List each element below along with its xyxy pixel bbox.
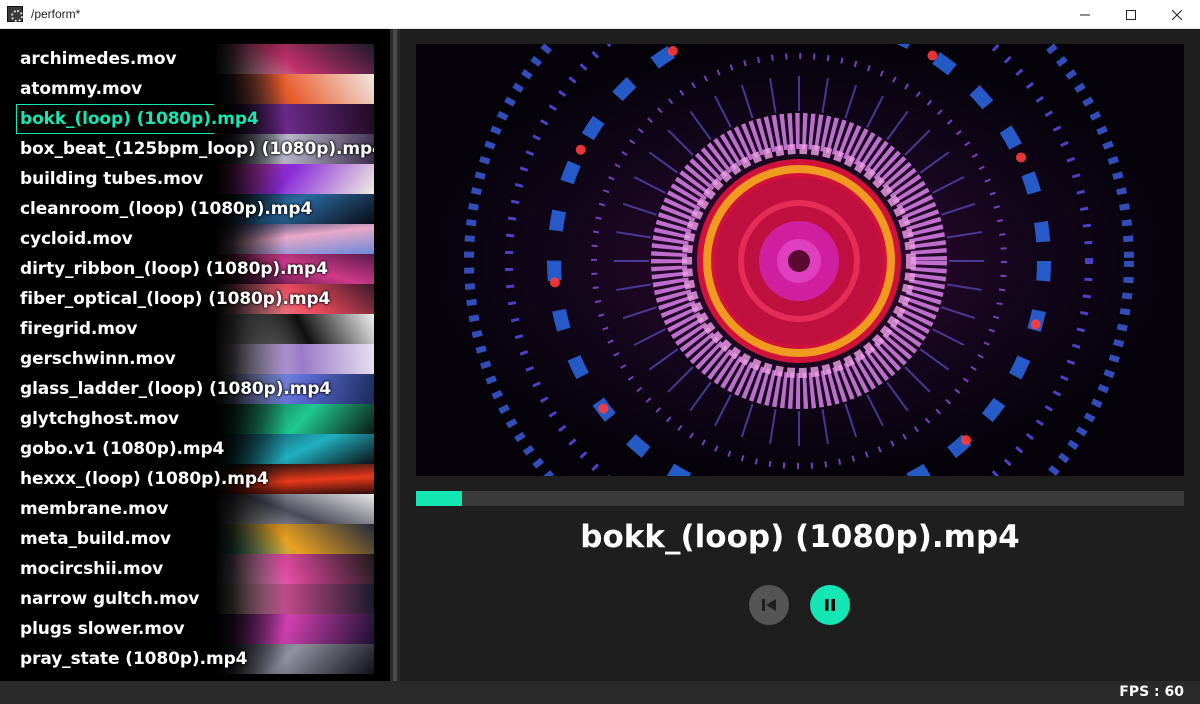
video-thumbnail bbox=[214, 554, 374, 584]
file-name: plugs slower.mov bbox=[20, 619, 185, 639]
file-list-item[interactable]: glass_ladder_(loop) (1080p).mp4 bbox=[16, 374, 374, 404]
file-list-item[interactable]: fiber_optical_(loop) (1080p).mp4 bbox=[16, 284, 374, 314]
file-list-item[interactable]: plugs slower.mov bbox=[16, 614, 374, 644]
progress-bar[interactable] bbox=[416, 491, 1184, 506]
video-frame bbox=[416, 44, 1184, 476]
file-name: glytchghost.mov bbox=[20, 409, 180, 429]
file-name: dirty_ribbon_(loop) (1080p).mp4 bbox=[20, 259, 328, 279]
previous-button[interactable] bbox=[749, 585, 789, 625]
status-bar: FPS : 60 bbox=[0, 681, 1200, 704]
close-button[interactable] bbox=[1154, 0, 1200, 29]
file-name: glass_ladder_(loop) (1080p).mp4 bbox=[20, 379, 332, 399]
file-list-item[interactable]: narrow gultch.mov bbox=[16, 584, 374, 614]
file-list-item[interactable]: mocircshii.mov bbox=[16, 554, 374, 584]
playback-controls bbox=[400, 585, 1200, 625]
fps-counter: FPS : 60 bbox=[1119, 684, 1184, 700]
file-list-item[interactable]: atommy.mov bbox=[16, 74, 374, 104]
pause-icon bbox=[825, 599, 835, 611]
file-list-item[interactable]: box_beat_(125bpm_loop) (1080p).mp4 bbox=[16, 134, 374, 164]
file-name: building tubes.mov bbox=[20, 169, 204, 189]
file-list-item[interactable]: membrane.mov bbox=[16, 494, 374, 524]
maximize-button[interactable] bbox=[1108, 0, 1154, 29]
file-name: hexxx_(loop) (1080p).mp4 bbox=[20, 469, 269, 489]
skip-previous-icon bbox=[762, 599, 776, 611]
title-bar: /perform* bbox=[0, 0, 1200, 29]
video-thumbnail bbox=[214, 44, 374, 74]
video-thumbnail bbox=[214, 404, 374, 434]
file-list-item[interactable]: gobo.v1 (1080p).mp4 bbox=[16, 434, 374, 464]
file-name: cleanroom_(loop) (1080p).mp4 bbox=[20, 199, 313, 219]
file-list-item[interactable]: cycloid.mov bbox=[16, 224, 374, 254]
close-icon bbox=[1172, 9, 1182, 20]
file-name: gobo.v1 (1080p).mp4 bbox=[20, 439, 225, 459]
player-panel: bokk_(loop) (1080p).mp4 bbox=[400, 29, 1200, 681]
progress-fill bbox=[416, 491, 463, 506]
file-list-item[interactable]: gerschwinn.mov bbox=[16, 344, 374, 374]
file-list-item[interactable]: hexxx_(loop) (1080p).mp4 bbox=[16, 464, 374, 494]
file-name: meta_build.mov bbox=[20, 529, 171, 549]
video-thumbnail bbox=[214, 494, 374, 524]
window-title: /perform* bbox=[31, 7, 81, 21]
maximize-icon bbox=[1126, 9, 1136, 20]
pause-button[interactable] bbox=[810, 585, 850, 625]
file-list-item[interactable]: building tubes.mov bbox=[16, 164, 374, 194]
perform-app-icon bbox=[7, 6, 23, 22]
file-list-item[interactable]: dirty_ribbon_(loop) (1080p).mp4 bbox=[16, 254, 374, 284]
file-list-item[interactable]: bokk_(loop) (1080p).mp4 bbox=[16, 104, 374, 134]
video-thumbnail bbox=[214, 584, 374, 614]
file-list-item[interactable]: archimedes.mov bbox=[16, 44, 374, 74]
window-controls bbox=[1062, 0, 1200, 29]
file-name: cycloid.mov bbox=[20, 229, 133, 249]
video-thumbnail bbox=[214, 434, 374, 464]
video-thumbnail bbox=[214, 164, 374, 194]
file-name: membrane.mov bbox=[20, 499, 169, 519]
file-name: archimedes.mov bbox=[20, 49, 177, 69]
file-name: pray_state (1080p).mp4 bbox=[20, 649, 248, 669]
scrollbar-thumb[interactable] bbox=[393, 29, 397, 681]
file-name: firegrid.mov bbox=[20, 319, 138, 339]
video-thumbnail bbox=[214, 524, 374, 554]
file-name: narrow gultch.mov bbox=[20, 589, 200, 609]
file-list-item[interactable]: pray_state (1080p).mp4 bbox=[16, 644, 374, 674]
video-thumbnail bbox=[214, 314, 374, 344]
file-list-item[interactable]: firegrid.mov bbox=[16, 314, 374, 344]
file-name: gerschwinn.mov bbox=[20, 349, 176, 369]
file-name: fiber_optical_(loop) (1080p).mp4 bbox=[20, 289, 331, 309]
file-list-item[interactable]: cleanroom_(loop) (1080p).mp4 bbox=[16, 194, 374, 224]
panel-splitter[interactable] bbox=[390, 29, 400, 681]
file-name: bokk_(loop) (1080p).mp4 bbox=[20, 109, 259, 129]
file-list-item[interactable]: meta_build.mov bbox=[16, 524, 374, 554]
minimize-button[interactable] bbox=[1062, 0, 1108, 29]
file-list-item[interactable]: glytchghost.mov bbox=[16, 404, 374, 434]
video-thumbnail bbox=[214, 74, 374, 104]
file-name: atommy.mov bbox=[20, 79, 143, 99]
file-name: box_beat_(125bpm_loop) (1080p).mp4 bbox=[20, 139, 374, 159]
file-list[interactable]: archimedes.mov atommy.mov bokk_(loop) (108… bbox=[16, 44, 374, 674]
file-name: mocircshii.mov bbox=[20, 559, 164, 579]
minimize-icon bbox=[1080, 14, 1090, 15]
video-thumbnail bbox=[214, 344, 374, 374]
now-playing-title: bokk_(loop) (1080p).mp4 bbox=[580, 519, 1020, 555]
video-preview[interactable] bbox=[416, 44, 1184, 476]
video-thumbnail bbox=[214, 614, 374, 644]
file-list-panel: archimedes.mov atommy.mov bokk_(loop) (108… bbox=[0, 29, 390, 681]
video-thumbnail bbox=[214, 224, 374, 254]
